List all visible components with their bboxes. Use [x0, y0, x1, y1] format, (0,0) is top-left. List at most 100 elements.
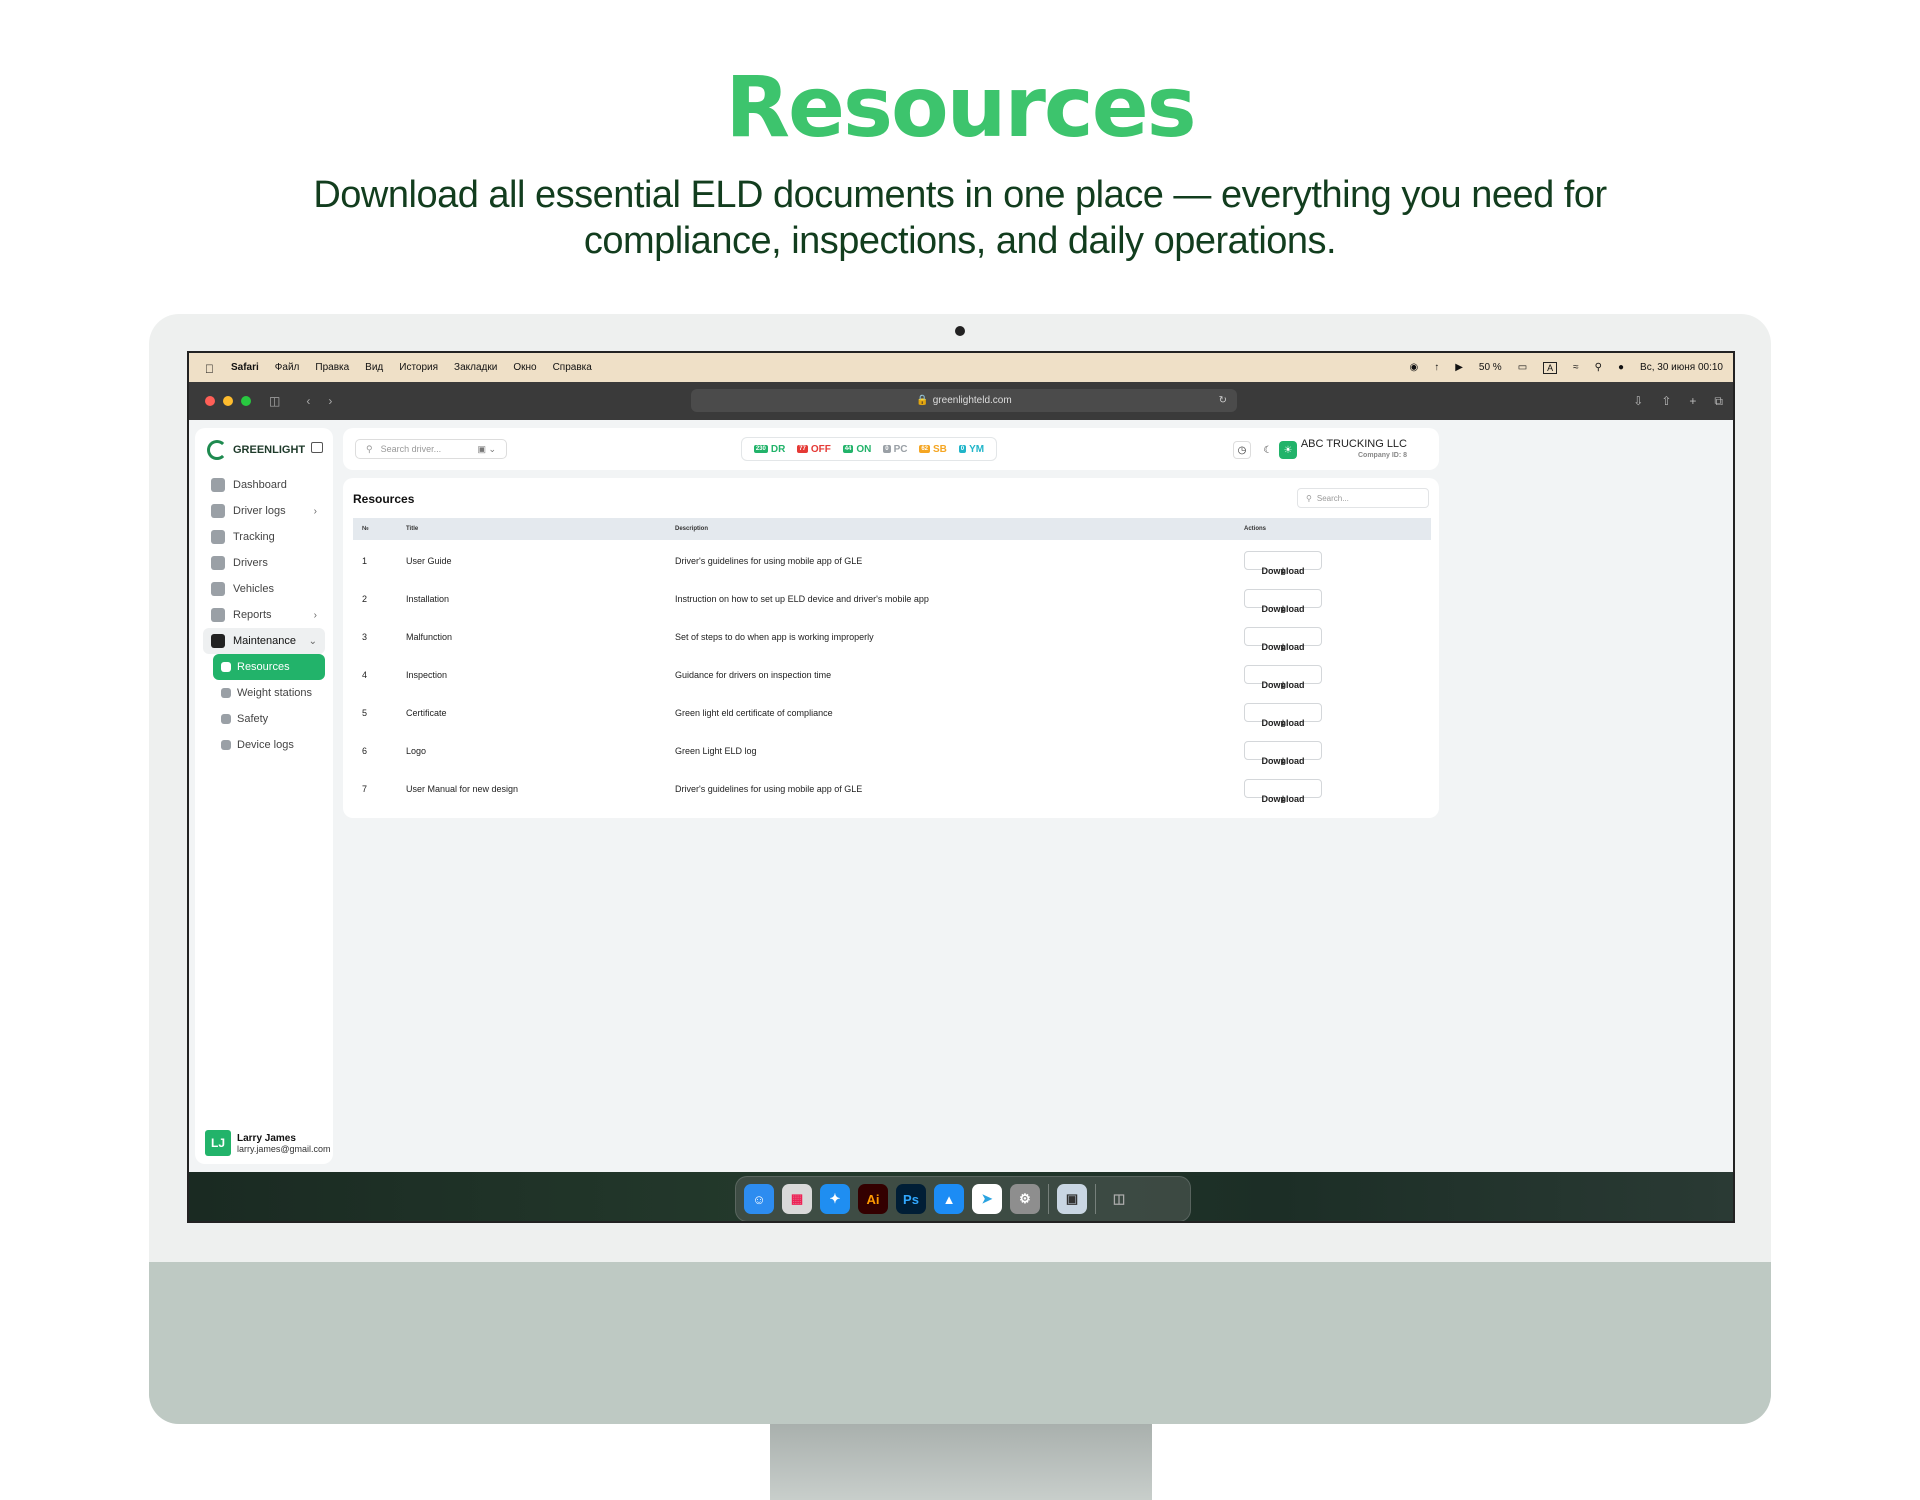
menu-window[interactable]: Окно [513, 362, 536, 373]
brand-logo[interactable]: GREENLIGHT [207, 440, 305, 460]
menu-edit[interactable]: Правка [315, 362, 349, 373]
download-button[interactable]: ⤓ Download [1244, 665, 1322, 690]
user-profile[interactable]: LJ Larry James larry.james@gmail.com [205, 1130, 331, 1156]
system-settings-icon[interactable]: ⚙ [1010, 1184, 1040, 1214]
forward-icon[interactable]: › [328, 394, 332, 408]
reload-icon[interactable]: ↻ [1219, 395, 1227, 406]
device-icon [221, 740, 231, 750]
telegram-icon[interactable]: ➤ [972, 1184, 1002, 1214]
sidebar-toggle-icon[interactable]: ◫ [269, 394, 280, 408]
table-header: № Title Description Actions [353, 518, 1431, 540]
download-label: Download [1261, 794, 1305, 804]
menu-safari[interactable]: Safari [231, 362, 259, 373]
wifi-icon[interactable]: ≈ [1573, 362, 1579, 373]
sidebar-item-drivers[interactable]: Drivers [203, 550, 325, 576]
sidebar-item-resources[interactable]: Resources [213, 654, 325, 680]
clipboard-dropdown-icon[interactable]: ▣ ⌄ [477, 444, 496, 455]
status-count-badge: 44 [842, 445, 854, 453]
play-icon[interactable]: ▶ [1455, 362, 1463, 373]
apple-icon[interactable]:  [205, 362, 215, 376]
status-dr[interactable]: 230 DR [753, 444, 785, 455]
status-ym[interactable]: 0 YM [958, 444, 984, 455]
download-button[interactable]: ⤓ Download [1244, 627, 1322, 652]
status-on[interactable]: 44 ON [842, 443, 872, 455]
tab-overview-icon[interactable]: ⧉ [1714, 394, 1723, 409]
download-label: Download [1261, 718, 1305, 728]
row-num: 6 [362, 746, 368, 756]
control-center-icon[interactable]: ● [1618, 362, 1624, 373]
url-bar[interactable]: 🔒 greenlighteld.com ↻ [691, 389, 1237, 412]
sidebar-item-vehicles[interactable]: Vehicles [203, 576, 325, 602]
menu-history[interactable]: История [399, 362, 438, 373]
row-description: Instruction on how to set up ELD device … [675, 594, 929, 604]
menu-bookmarks[interactable]: Закладки [454, 362, 497, 373]
app-store-icon[interactable]: ▲ [934, 1184, 964, 1214]
sidebar-item-reports[interactable]: Reports › [203, 602, 325, 628]
photoshop-icon[interactable]: Ps [896, 1184, 926, 1214]
sidebar-item-weight-stations[interactable]: Weight stations [213, 680, 325, 706]
minimize-window-button[interactable] [223, 396, 233, 406]
illustrator-icon[interactable]: Ai [858, 1184, 888, 1214]
airdrop-icon[interactable]: ↑ [1434, 362, 1439, 373]
maximize-window-button[interactable] [241, 396, 251, 406]
sidebar-item-dashboard[interactable]: Dashboard [203, 472, 325, 498]
menu-help[interactable]: Справка [553, 362, 592, 373]
menubar-clock[interactable]: Вс, 30 июня 00:10 [1640, 362, 1723, 373]
close-window-button[interactable] [205, 396, 215, 406]
sidebar-item-driver-logs[interactable]: Driver logs › [203, 498, 325, 524]
driver-search-input[interactable]: ⚲ Search driver... ▣ ⌄ [355, 439, 507, 459]
new-tab-icon[interactable]: + [1689, 394, 1696, 408]
download-button[interactable]: ⤓ Download [1244, 741, 1322, 766]
download-button[interactable]: ⤓ Download [1244, 551, 1322, 576]
greenlight-logo-icon [207, 440, 227, 460]
sidebar-item-maintenance[interactable]: Maintenance ⌄ [203, 628, 325, 654]
sidebar-item-tracking[interactable]: Tracking [203, 524, 325, 550]
lock-icon: 🔒 [916, 395, 929, 406]
sidebar-item-safety[interactable]: Safety [213, 706, 325, 732]
status-count-badge: 0 [958, 445, 967, 453]
spotlight-icon[interactable]: ⚲ [1595, 362, 1602, 373]
collapse-sidebar-icon[interactable] [311, 442, 323, 453]
download-button[interactable]: ⤓ Download [1244, 589, 1322, 614]
row-title: Logo [406, 746, 427, 756]
input-source-indicator[interactable]: A [1543, 361, 1558, 374]
battery-icon: ▭ [1517, 362, 1528, 373]
status-pc[interactable]: 0 PC [883, 444, 907, 455]
safari-toolbar: ◫ ‹ › 🔒 greenlighteld.com ↻ ⇩ ⇧ + ⧉ [189, 382, 1733, 420]
download-label: Download [1261, 642, 1305, 652]
chevron-right-icon: › [313, 609, 317, 621]
company-id: Company ID: 8 [1357, 452, 1407, 459]
trash-icon[interactable]: ◫ [1104, 1184, 1134, 1214]
status-label: ON [856, 443, 872, 455]
company-info[interactable]: ABC TRUCKING LLC Company ID: 8 [1301, 438, 1407, 459]
back-icon[interactable]: ‹ [306, 394, 310, 408]
camera-dot [955, 326, 965, 336]
row-title: Installation [406, 594, 450, 604]
light-mode-icon[interactable]: ☀ [1279, 441, 1297, 459]
safari-icon[interactable]: ✦ [820, 1184, 850, 1214]
resources-search-input[interactable]: ⚲ Search... [1297, 488, 1429, 508]
menu-view[interactable]: Вид [365, 362, 383, 373]
sidebar-item-label: Safety [237, 713, 269, 725]
chevron-down-icon: ⌄ [308, 635, 317, 647]
status-sb[interactable]: 62 SB [919, 444, 947, 455]
page-title: Resources [353, 492, 415, 506]
finder-icon[interactable]: ☺ [744, 1184, 774, 1214]
creative-cloud-icon[interactable]: ◉ [1409, 362, 1418, 373]
battery-percent[interactable]: 50 % [1479, 362, 1502, 373]
sidebar-item-label: Maintenance [233, 635, 296, 647]
desktop-wallpaper: ☺ ▦ ✦ Ai Ps ▲ ➤ ⚙ ▣ ◫ [189, 1172, 1733, 1221]
status-off[interactable]: 77 OFF [797, 444, 831, 455]
share-icon[interactable]: ⇧ [1661, 394, 1671, 408]
download-button[interactable]: ⤓ Download [1244, 703, 1322, 728]
download-button[interactable]: ⤓ Download [1244, 779, 1322, 804]
sidebar-item-label: Vehicles [233, 583, 274, 595]
sidebar-item-device-logs[interactable]: Device logs [213, 732, 325, 758]
launchpad-icon[interactable]: ▦ [782, 1184, 812, 1214]
preview-icon[interactable]: ▣ [1057, 1184, 1087, 1214]
dark-mode-icon[interactable]: ☾ [1259, 441, 1277, 459]
menu-file[interactable]: Файл [275, 362, 300, 373]
status-label: SB [933, 443, 947, 455]
downloads-icon[interactable]: ⇩ [1633, 394, 1643, 408]
clock-icon[interactable]: ◷ [1233, 441, 1251, 459]
